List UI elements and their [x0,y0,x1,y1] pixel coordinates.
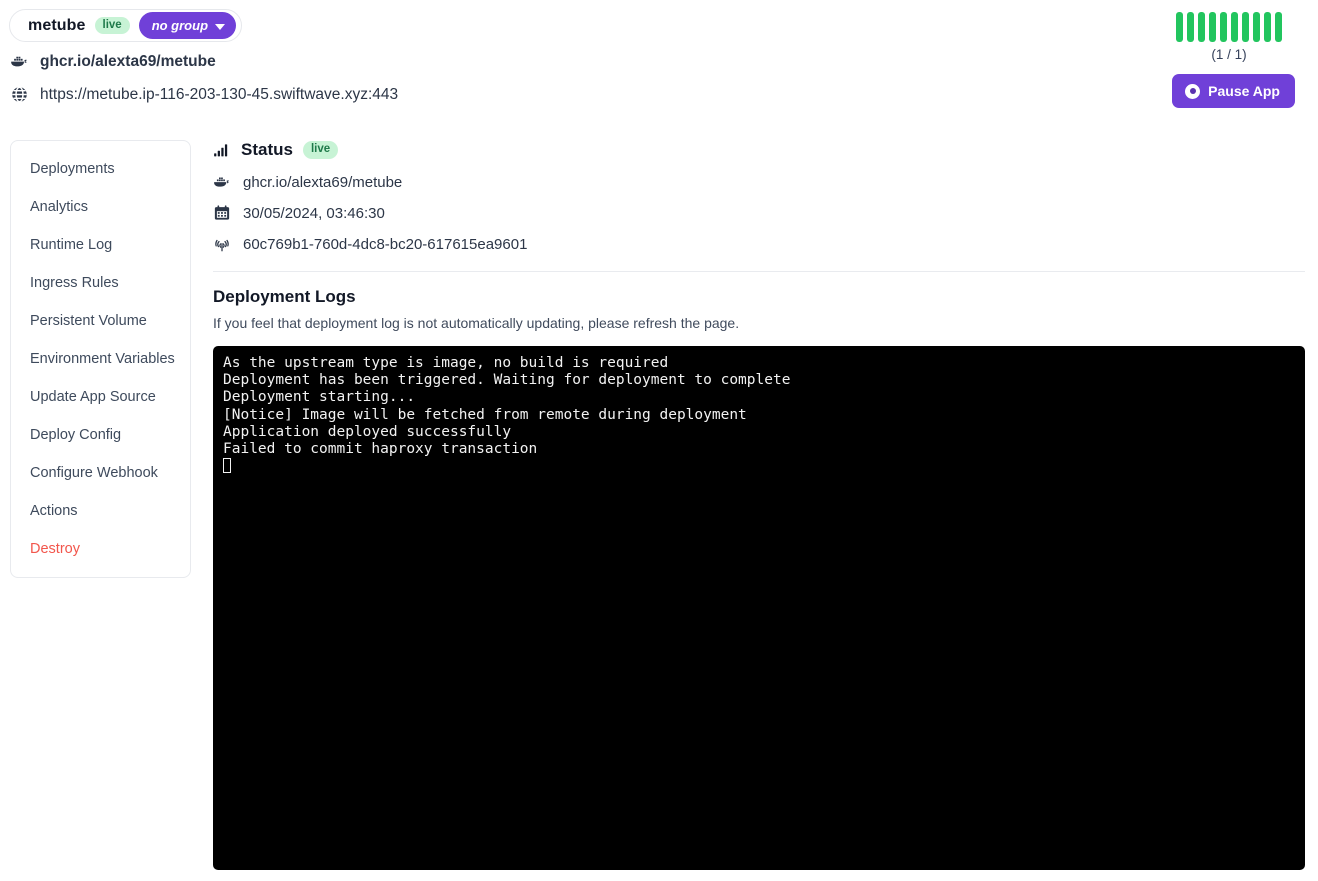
section-divider [213,271,1305,272]
status-image-ref: ghcr.io/alexta69/metube [213,173,1305,191]
replica-bar [1176,12,1183,42]
status-timestamp: 30/05/2024, 03:46:30 [213,204,1305,222]
sidebar-item-deployments[interactable]: Deployments [11,150,190,188]
calendar-icon [214,205,230,220]
sidebar-nav: Deployments Analytics Runtime Log Ingress R… [10,140,191,578]
fingerprint-icon [215,239,229,252]
terminal-cursor [223,458,231,474]
header-url-text: https://metube.ip-116-203-130-45.swiftwa… [40,85,399,103]
log-line: As the upstream type is image, no build … [223,355,669,371]
log-line: Failed to commit haproxy transaction [223,441,538,458]
status-badge-live: live [94,16,130,35]
sidebar-item-deploy-config[interactable]: Deploy Config [11,416,190,454]
status-deployment-id-text: 60c769b1-760d-4dc8-bc20-617615ea9601 [243,235,528,253]
replica-bar [1275,12,1282,42]
deployment-logs-subtitle: If you feel that deployment log is not a… [213,315,740,331]
pause-app-button[interactable]: Pause App [1172,74,1295,108]
group-selector[interactable]: no group [138,12,237,39]
replica-bar [1264,12,1271,42]
header-url[interactable]: https://metube.ip-116-203-130-45.swiftwa… [10,85,398,104]
sidebar-item-environment-variables[interactable]: Environment Variables [11,340,190,378]
log-line: Deployment starting... [223,389,416,406]
log-line: [Notice] Image will be fetched from remo… [223,406,747,423]
sidebar-item-configure-webhook[interactable]: Configure Webhook [11,454,190,492]
status-header: Status live [213,140,1305,160]
status-live-badge: live [302,141,339,159]
docker-whale-icon [214,177,229,187]
app-title-pill: metube live no group [9,9,243,42]
pause-app-button-label: Pause App [1208,83,1280,99]
sidebar-item-ingress-rules[interactable]: Ingress Rules [11,264,190,302]
app-header: metube live no group ghcr.io/alexta69/me… [0,0,1318,120]
group-selector-label: no group [151,18,209,33]
signal-bars-icon [214,144,228,157]
replica-bar [1187,12,1194,42]
replica-count-label: (1 / 1) [1211,47,1247,62]
sidebar-item-update-app-source[interactable]: Update App Source [11,378,190,416]
sidebar-item-destroy[interactable]: Destroy [11,530,190,568]
chevron-down-icon [215,23,226,30]
replica-bars [1164,12,1294,42]
log-line: Deployment has been triggered. Waiting f… [223,372,791,389]
replica-bar [1209,12,1216,42]
deployment-log-terminal[interactable]: As the upstream type is image, no build … [213,346,1305,870]
status-timestamp-text: 30/05/2024, 03:46:30 [243,204,385,222]
status-deployment-id: 60c769b1-760d-4dc8-bc20-617615ea9601 [213,235,1305,253]
page-title: metube [28,16,86,34]
header-image-ref-text: ghcr.io/alexta69/metube [40,52,216,70]
sidebar-item-analytics[interactable]: Analytics [11,188,190,226]
log-line: Application deployed successfully [223,423,512,440]
replica-bar [1253,12,1260,42]
sidebar-item-actions[interactable]: Actions [11,492,190,530]
deployment-logs-title: Deployment Logs [213,287,356,306]
docker-whale-icon [11,56,27,67]
replica-bar [1198,12,1205,42]
log-cursor-line [223,458,1295,476]
replica-status-indicator: (1 / 1) [1164,12,1294,62]
pause-circle-icon [1185,83,1201,99]
sidebar-item-persistent-volume[interactable]: Persistent Volume [11,302,190,340]
replica-bar [1242,12,1249,42]
replica-bar [1231,12,1238,42]
page-body: Deployments Analytics Runtime Log Ingress R… [0,120,1318,870]
status-image-ref-text: ghcr.io/alexta69/metube [243,173,403,191]
status-title: Status [241,140,293,159]
globe-icon [12,86,27,103]
header-image-ref: ghcr.io/alexta69/metube [10,52,216,71]
replica-bar [1220,12,1227,42]
main-content: Status live ghcr.io/alexta69/metube 30/0… [191,120,1305,870]
sidebar-item-runtime-log[interactable]: Runtime Log [11,226,190,264]
